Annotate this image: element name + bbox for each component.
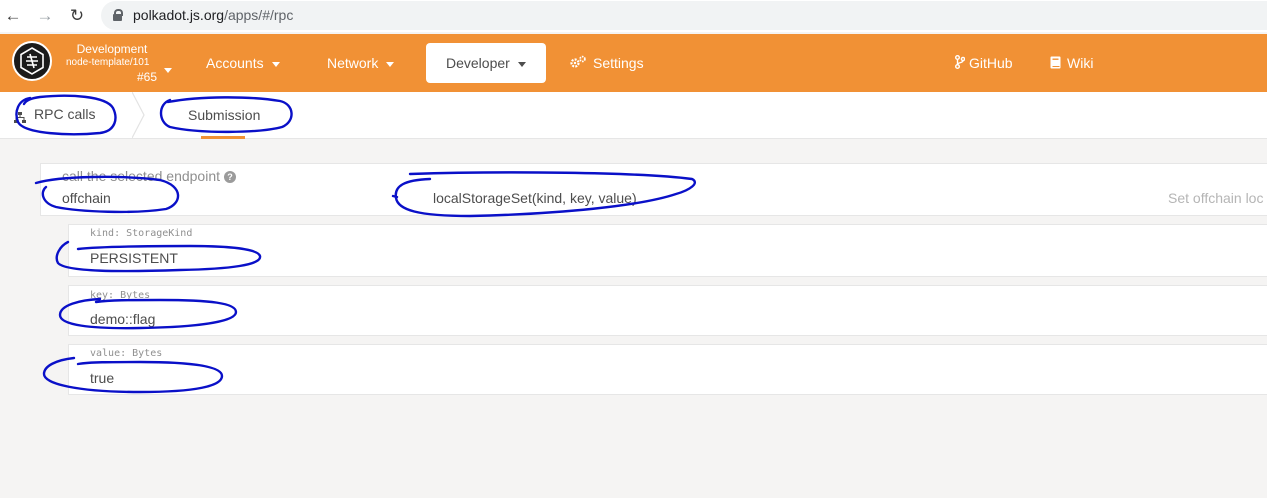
tab-rpc-calls[interactable]: RPC calls (14, 106, 96, 124)
url-host: polkadot.js.org (133, 7, 225, 23)
chain-version: node-template/101 (66, 57, 150, 68)
chain-selector[interactable]: Development node-template/101 #65 (66, 42, 176, 84)
menu-accounts-label: Accounts (206, 55, 264, 71)
param-key-input[interactable]: demo::flag (90, 311, 155, 327)
app-header: Development node-template/101 #65 Accoun… (0, 34, 1267, 92)
lock-icon (113, 9, 123, 21)
url-text: polkadot.js.org/apps/#/rpc (133, 7, 293, 23)
param-key-label: key: Bytes (90, 290, 151, 301)
section-dropdown[interactable]: offchain (62, 190, 111, 206)
param-value-input[interactable]: true (90, 370, 114, 386)
menu-wiki[interactable]: Wiki (1050, 43, 1093, 83)
address-bar[interactable]: polkadot.js.org/apps/#/rpc (101, 1, 1267, 30)
back-arrow-icon[interactable]: ← (3, 6, 23, 26)
help-icon[interactable]: ? (224, 171, 236, 184)
git-branch-icon (955, 44, 966, 84)
method-dropdown[interactable]: localStorageSet(kind, key, value) (433, 190, 637, 206)
param-kind-label: kind: StorageKind (90, 228, 193, 239)
param-value-label: value: Bytes (90, 348, 163, 359)
book-icon (1050, 44, 1061, 84)
chain-name: Development (76, 42, 148, 56)
breadcrumb-divider (132, 92, 145, 138)
forward-arrow-icon[interactable]: → (35, 6, 55, 26)
menu-wiki-label: Wiki (1067, 55, 1094, 71)
menu-github[interactable]: GitHub (955, 43, 1013, 83)
active-tab-indicator (201, 136, 245, 139)
param-key: key: Bytes demo::flag (68, 285, 1267, 336)
param-value: value: Bytes true (68, 344, 1267, 395)
substrate-logo-icon[interactable] (12, 41, 52, 81)
menu-developer[interactable]: Developer (426, 43, 546, 83)
tab-submission[interactable]: Submission (188, 107, 260, 123)
reload-icon[interactable]: ↻ (67, 6, 87, 26)
menu-network-label: Network (327, 55, 379, 71)
method-description: Set offchain loc (1168, 190, 1264, 206)
endpoint-selector: call the selected endpoint? offchain loc… (40, 163, 1267, 216)
chevron-down-icon (164, 68, 172, 73)
sitemap-icon (14, 110, 26, 124)
block-number: #65 (136, 70, 157, 84)
endpoint-label: call the selected endpoint? (62, 168, 236, 184)
menu-settings[interactable]: Settings (569, 43, 644, 83)
tab-rpc-calls-label: RPC calls (34, 106, 96, 122)
sub-navigation: RPC calls Submission (0, 92, 1267, 139)
chevron-down-icon (271, 61, 280, 67)
browser-toolbar: ← → ↻ polkadot.js.org/apps/#/rpc (0, 0, 1267, 32)
param-kind-dropdown[interactable]: PERSISTENT (90, 250, 178, 266)
menu-settings-label: Settings (593, 55, 644, 71)
menu-accounts[interactable]: Accounts (206, 43, 280, 83)
chevron-down-icon (517, 61, 526, 67)
menu-github-label: GitHub (969, 55, 1013, 71)
chevron-down-icon (386, 61, 395, 67)
url-path: /apps/#/rpc (224, 7, 294, 23)
gears-icon (569, 44, 587, 84)
param-kind: kind: StorageKind PERSISTENT (68, 224, 1267, 277)
menu-network[interactable]: Network (327, 43, 395, 83)
menu-developer-label: Developer (446, 55, 510, 71)
endpoint-label-text: call the selected endpoint (62, 168, 220, 184)
